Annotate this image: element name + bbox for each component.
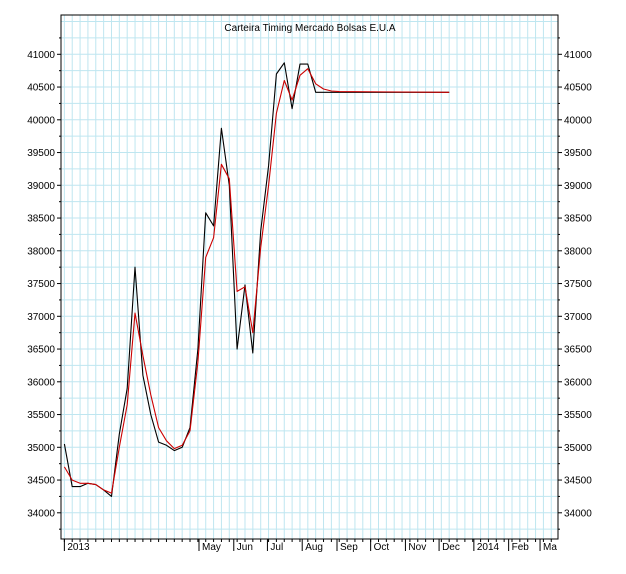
- y-tick-label-right: 35500: [564, 410, 592, 421]
- y-tick-label-left: 40500: [27, 83, 55, 94]
- y-tick-label-right: 41000: [564, 50, 592, 61]
- y-tick-label-left: 40000: [27, 115, 55, 126]
- y-tick-label-right: 38500: [564, 214, 592, 225]
- x-tick-label: Dec: [442, 542, 460, 553]
- y-tick-label-right: 37500: [564, 279, 592, 290]
- y-tick-label-right: 34000: [564, 508, 592, 519]
- y-tick-label-right: 34500: [564, 476, 592, 487]
- x-tick-label: Nov: [408, 542, 426, 553]
- x-tick-label: Jun: [237, 542, 253, 553]
- y-tick-label-right: 36000: [564, 377, 592, 388]
- x-tick-label: Jul: [270, 542, 283, 553]
- y-tick-label-right: 35000: [564, 443, 592, 454]
- y-tick-label-left: 37500: [27, 279, 55, 290]
- y-tick-label-right: 39000: [564, 181, 592, 192]
- x-tick-label: Aug: [305, 542, 323, 553]
- chart-background: [0, 0, 626, 574]
- y-tick-label-right: 38000: [564, 246, 592, 257]
- y-tick-label-left: 39000: [27, 181, 55, 192]
- y-tick-label-right: 40500: [564, 83, 592, 94]
- x-tick-label: Feb: [512, 542, 530, 553]
- x-tick-label: May: [202, 542, 221, 553]
- y-tick-label-left: 37000: [27, 312, 55, 323]
- y-tick-label-left: 34000: [27, 508, 55, 519]
- y-tick-label-left: 38000: [27, 246, 55, 257]
- y-tick-label-left: 39500: [27, 148, 55, 159]
- y-tick-label-left: 36500: [27, 345, 55, 356]
- y-tick-label-left: 41000: [27, 50, 55, 61]
- x-tick-label: Oct: [374, 542, 390, 553]
- y-tick-label-left: 36000: [27, 377, 55, 388]
- y-tick-label-left: 38500: [27, 214, 55, 225]
- y-tick-label-left: 35000: [27, 443, 55, 454]
- x-tick-label: 2014: [477, 542, 500, 553]
- y-tick-label-right: 36500: [564, 345, 592, 356]
- x-tick-label: Ma: [543, 542, 557, 553]
- x-tick-label: 2013: [67, 542, 90, 553]
- y-tick-label-left: 34500: [27, 476, 55, 487]
- chart-title: Carteira Timing Mercado Bolsas E.U.A: [224, 23, 396, 34]
- y-tick-label-left: 35500: [27, 410, 55, 421]
- y-tick-label-right: 40000: [564, 115, 592, 126]
- timing-chart: 34000 34000 34500 34500 35000 35000 35500 35500…: [0, 0, 626, 574]
- y-tick-label-right: 37000: [564, 312, 592, 323]
- y-tick-label-right: 39500: [564, 148, 592, 159]
- x-tick-label: Sep: [340, 542, 358, 553]
